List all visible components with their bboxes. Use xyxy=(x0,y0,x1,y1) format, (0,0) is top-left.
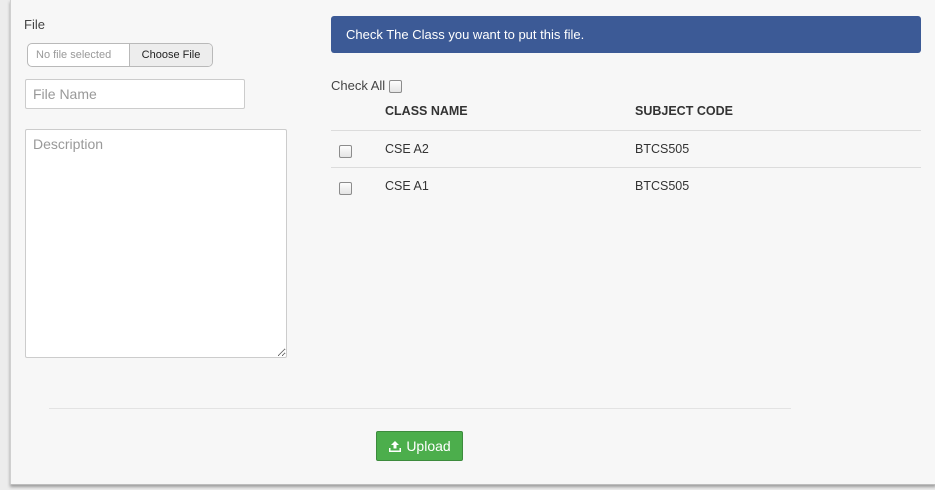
row-checkbox[interactable] xyxy=(339,182,352,195)
row-checkbox[interactable] xyxy=(339,145,352,158)
table-row: CSE A2 BTCS505 xyxy=(331,131,921,168)
upload-button[interactable]: Upload xyxy=(376,431,463,461)
file-picker[interactable]: No file selected Choose File xyxy=(27,43,213,67)
class-selection-banner: Check The Class you want to put this fil… xyxy=(331,16,921,53)
class-name-cell: CSE A2 xyxy=(385,142,429,156)
table-row: CSE A1 BTCS505 xyxy=(331,168,921,205)
file-name-input[interactable] xyxy=(25,79,245,109)
file-label: File xyxy=(24,17,45,32)
choose-file-button[interactable]: Choose File xyxy=(129,44,212,66)
subject-code-cell: BTCS505 xyxy=(635,142,690,156)
footer-divider xyxy=(49,408,791,409)
column-header-subject-code: SUBJECT CODE xyxy=(635,104,733,118)
column-header-class-name: CLASS NAME xyxy=(385,104,468,118)
check-all-checkbox[interactable] xyxy=(389,80,403,93)
upload-panel: File No file selected Choose File Check … xyxy=(10,0,935,485)
subject-code-cell: BTCS505 xyxy=(635,179,690,193)
class-name-cell: CSE A1 xyxy=(385,179,429,193)
check-all-label: Check All xyxy=(331,77,386,93)
upload-label: Upload xyxy=(406,438,451,454)
file-status-text: No file selected xyxy=(36,49,112,61)
description-textarea[interactable] xyxy=(25,129,287,358)
check-all: Check All xyxy=(331,77,403,93)
upload-icon xyxy=(389,440,402,452)
